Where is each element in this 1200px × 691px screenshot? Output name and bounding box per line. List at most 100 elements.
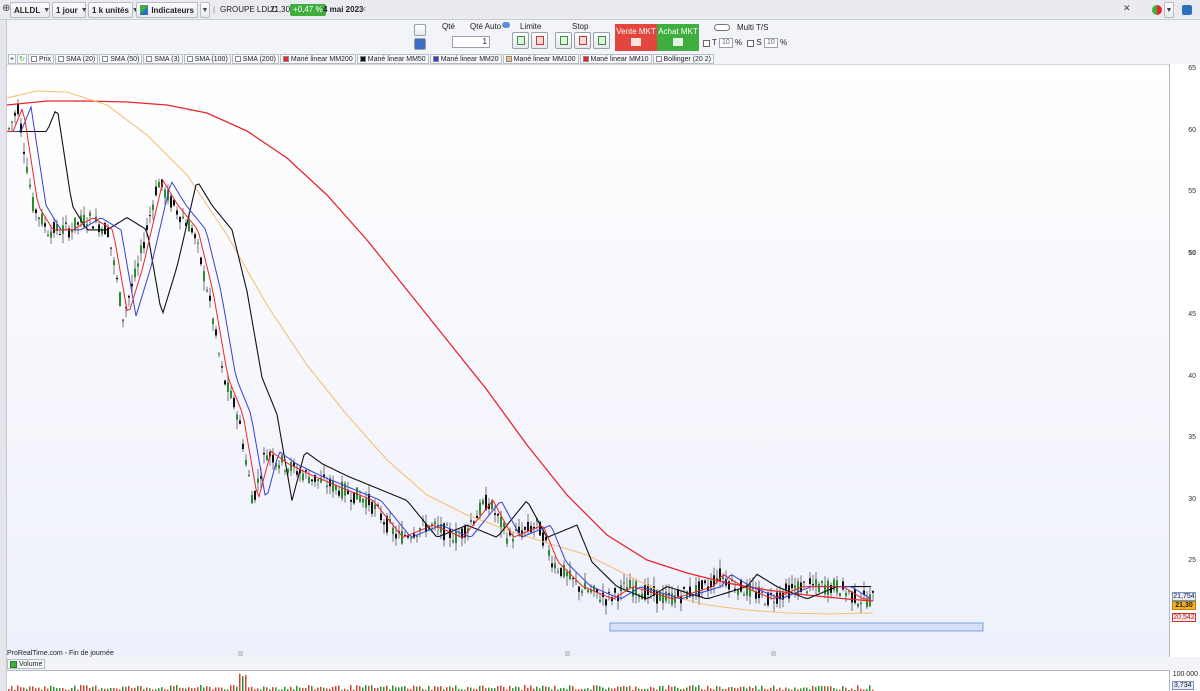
volume-bar [296, 685, 298, 691]
price-chart-svg [6, 90, 984, 656]
indicators-button[interactable]: Indicateurs [136, 2, 198, 18]
volume-chart[interactable] [7, 670, 1169, 691]
volume-bar [371, 685, 373, 691]
volume-bar [728, 687, 730, 691]
timeframe-selector[interactable]: 1 jour ▼ [52, 2, 88, 18]
legend-item[interactable]: SMA (3) [143, 54, 183, 64]
volume-bar [692, 685, 694, 691]
legend-item[interactable]: SMA (20) [55, 54, 99, 64]
stop-buy-button[interactable] [555, 32, 572, 49]
refresh-icon[interactable]: ↻ [17, 54, 27, 64]
candle [605, 599, 607, 606]
volume-bar [74, 685, 76, 691]
legend-swatch [102, 56, 109, 62]
candle [164, 189, 166, 198]
options-dropdown[interactable]: ▼ [1164, 2, 1174, 18]
volume-bar [545, 686, 547, 691]
legend-item[interactable]: Mané linear MM10 [579, 54, 652, 64]
legend-item[interactable]: Mané linear MM100 [502, 54, 579, 64]
legend-item[interactable]: SMA (50) [99, 54, 143, 64]
legend-swatch [58, 56, 65, 62]
candle [365, 498, 367, 508]
legend-item[interactable]: Mané linear MM20 [429, 54, 502, 64]
candle [296, 471, 298, 475]
units-selector[interactable]: 1 k unités▼ [88, 2, 139, 18]
candle [668, 593, 670, 595]
candle [857, 604, 859, 607]
separator-icon: | [213, 5, 216, 14]
multi-ts-toggle[interactable] [714, 24, 730, 31]
sync-icon[interactable] [1152, 5, 1162, 15]
candle [512, 538, 514, 542]
buy-market-label: Achat MKT [658, 27, 698, 36]
toggle-icon[interactable] [502, 22, 510, 28]
volume-bar [818, 685, 820, 691]
stop-extra-button[interactable] [593, 32, 610, 49]
volume-bar [479, 685, 481, 691]
volume-bar [338, 685, 340, 691]
candle [455, 530, 457, 544]
legend-item[interactable]: SMA (100) [183, 54, 231, 64]
order-book-icon[interactable] [414, 38, 426, 50]
candle [38, 217, 40, 219]
limit-buy-button[interactable] [512, 32, 529, 49]
legend-item[interactable]: Mané linear MM50 [356, 54, 429, 64]
t-checkbox[interactable] [703, 39, 710, 47]
support-zone-box[interactable] [609, 622, 984, 632]
legend-item[interactable]: SMA (200) [231, 54, 279, 64]
volume-bar [794, 687, 796, 691]
close-icon[interactable]: ✕ [360, 5, 367, 14]
candle [50, 231, 52, 238]
legend-item[interactable]: Bollinger (20 2) [652, 54, 714, 64]
volume-bar [617, 686, 619, 691]
candle [302, 473, 304, 481]
candle [179, 216, 181, 223]
indicators-dropdown[interactable]: ▼ [200, 2, 210, 18]
edit-order-icon[interactable] [414, 24, 426, 36]
s-value-input[interactable]: 10 [763, 38, 778, 48]
t-value-input[interactable]: 10 [718, 38, 733, 48]
volume-bar [695, 686, 697, 691]
add-indicator-icon[interactable]: + [8, 54, 17, 64]
legend-item[interactable]: Prix [27, 54, 55, 64]
candle [434, 521, 436, 525]
candle [743, 594, 745, 596]
close-icon[interactable]: ✕ [1123, 3, 1131, 14]
quantity-input[interactable]: 1 [452, 36, 490, 48]
instrument-name: GROUPE LDLC [220, 5, 278, 14]
volume-bar [80, 685, 82, 691]
stop-sell-button[interactable] [574, 32, 591, 49]
legend-swatch [234, 56, 241, 62]
legend-label: SMA (20) [66, 55, 96, 63]
legend-label: SMA (100) [194, 55, 228, 63]
candle [380, 513, 382, 521]
buy-market-button[interactable]: Achat MKT [657, 24, 699, 51]
candle [710, 580, 712, 588]
symbol-selector[interactable]: ALLDL ▼ [10, 2, 50, 18]
volume-bar [452, 687, 454, 691]
volume-value-tag: 3,734 [1172, 681, 1194, 690]
legend-item[interactable]: Mané linear MM200 [279, 54, 356, 64]
multi-ts-label: Multi T/S [737, 23, 769, 32]
sell-market-button[interactable]: Vente MKT [615, 24, 657, 51]
candle [266, 455, 268, 461]
candle [815, 579, 817, 586]
volume-bar [470, 687, 472, 691]
candle [110, 247, 112, 249]
volume-bar [11, 686, 13, 691]
volume-bar [392, 685, 394, 691]
candle [98, 224, 100, 233]
s-checkbox[interactable] [747, 39, 755, 47]
limit-sell-button[interactable] [531, 32, 548, 49]
chevron-down-icon: ▼ [1165, 6, 1173, 14]
volume-legend[interactable]: Volume [7, 659, 46, 669]
volume-bar [299, 687, 301, 691]
candle [290, 462, 292, 471]
candle [131, 283, 133, 287]
window-icon[interactable] [1182, 5, 1192, 15]
candle [113, 260, 115, 266]
volume-bar [524, 685, 526, 691]
price-chart[interactable] [6, 64, 1169, 657]
price-axis[interactable]: 65 60 55 50 45 40 35 30 25 [1169, 64, 1200, 657]
symbol-label: ALLDL [14, 5, 41, 15]
